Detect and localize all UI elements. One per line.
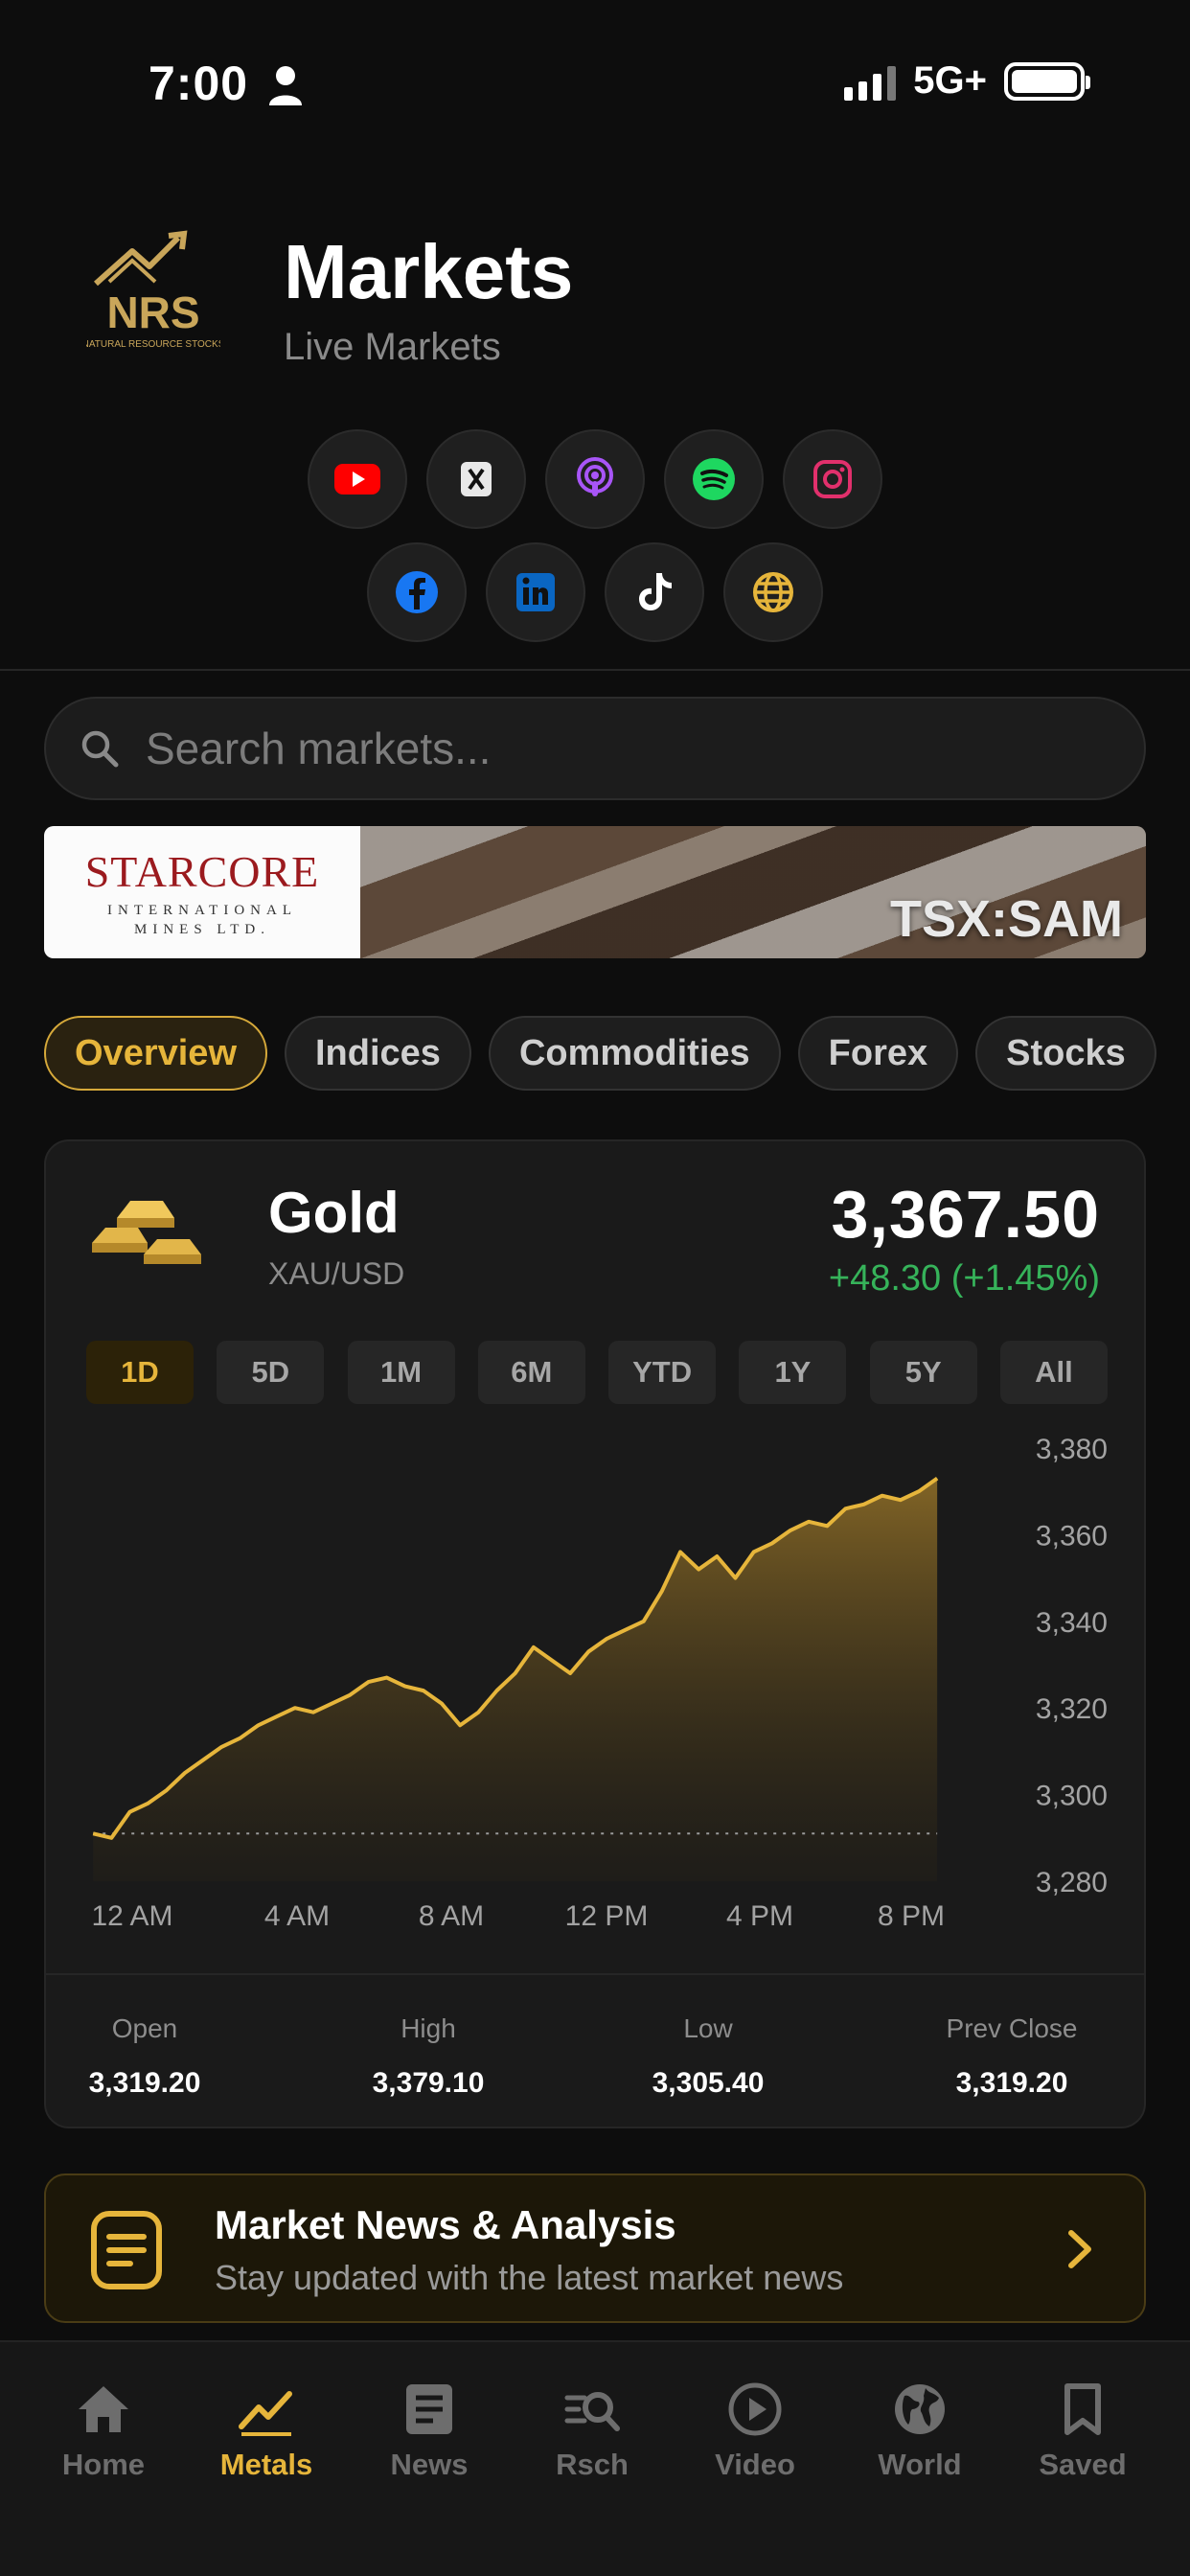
header-divider (0, 669, 1190, 671)
spotify-icon (693, 458, 735, 500)
market-tabs: Overview Indices Commodities Forex Stock… (44, 1016, 1156, 1091)
nrs-logo: NRS NATURAL RESOURCE STOCKS (86, 230, 220, 350)
stat-open: Open 3,319.20 (84, 2013, 205, 2100)
social-row (0, 429, 1190, 529)
stat-high-value: 3,379.10 (372, 2067, 485, 2099)
banner-brand: STARCORE (84, 846, 320, 896)
stat-low-value: 3,305.40 (652, 2067, 765, 2099)
page-subtitle: Live Markets (284, 326, 501, 368)
tab-forex[interactable]: Forex (797, 1016, 959, 1091)
globe-icon (895, 2384, 945, 2434)
nav-video[interactable]: Video (688, 2380, 822, 2482)
news-title: Market News & Analysis (215, 2202, 676, 2247)
news-card[interactable]: Market News & Analysis Stay updated with… (44, 2174, 1146, 2323)
facebook-icon (396, 571, 438, 613)
banner-logo: STARCORE INTERNATIONAL MINES LTD. (44, 826, 360, 958)
nav-research-label: Rsch (556, 2448, 629, 2481)
instagram-button[interactable] (783, 429, 882, 529)
nav-home-label: Home (61, 2448, 146, 2481)
nav-news-label: News (390, 2448, 469, 2481)
nav-news[interactable]: News (362, 2380, 496, 2482)
social-row (0, 542, 1190, 642)
status-bar: 7:00 5G+ (0, 0, 1190, 172)
spotify-button[interactable] (664, 429, 764, 529)
x-icon (461, 462, 492, 496)
stats-row: Open 3,319.20 High 3,379.10 Low 3,305.40… (46, 1141, 1144, 2127)
stat-open-value: 3,319.20 (88, 2067, 201, 2099)
document-icon (91, 2211, 162, 2289)
linkedin-button[interactable] (486, 542, 585, 642)
search-icon (81, 730, 119, 768)
search-bar[interactable] (44, 697, 1146, 800)
nav-video-label: Video (715, 2448, 795, 2481)
stat-open-label: Open (111, 2013, 178, 2043)
youtube-icon (334, 464, 380, 494)
globe-icon (753, 572, 793, 612)
banner-image: TSX:SAM (360, 826, 1146, 958)
search-input[interactable] (146, 723, 1008, 774)
logo-subtext: NATURAL RESOURCE STOCKS (86, 339, 220, 350)
tab-commodities[interactable]: Commodities (488, 1016, 781, 1091)
play-icon (728, 2382, 782, 2436)
stat-low-label: Low (683, 2013, 733, 2043)
page-title: Markets (284, 229, 574, 314)
status-indicators: 5G+ (844, 59, 1090, 103)
banner-ticker: TSX:SAM (890, 890, 1123, 948)
instagram-icon (813, 460, 852, 498)
status-time: 7:00 (149, 57, 249, 110)
newspaper-icon (406, 2384, 452, 2434)
stat-high-label: High (400, 2013, 456, 2043)
research-icon (564, 2392, 620, 2431)
stat-prev-value: 3,319.20 (955, 2067, 1068, 2099)
banner-brand-sub: INTERNATIONAL MINES LTD. (107, 902, 297, 937)
podcast-icon (577, 457, 613, 496)
news-subtitle: Stay updated with the latest market news (215, 2258, 844, 2297)
chevron-right-icon (1068, 2230, 1091, 2268)
tiktok-button[interactable] (605, 542, 704, 642)
podcast-button[interactable] (545, 429, 645, 529)
facebook-button[interactable] (367, 542, 467, 642)
battery-icon (1004, 61, 1090, 101)
stat-low: Low 3,305.40 (648, 2013, 768, 2100)
person-icon (269, 66, 302, 105)
nav-world[interactable]: World (853, 2380, 987, 2482)
nav-research[interactable]: Rsch (525, 2380, 659, 2482)
bookmark-icon (1064, 2383, 1101, 2435)
sponsor-banner[interactable]: STARCORE INTERNATIONAL MINES LTD. TSX:SA… (44, 826, 1146, 958)
network-type: 5G+ (913, 59, 987, 102)
bottom-nav: Home Metals News Rsch Video World Saved (0, 2340, 1190, 2576)
tab-stocks[interactable]: Stocks (975, 1016, 1156, 1091)
tab-overview[interactable]: Overview (44, 1016, 267, 1091)
asset-card[interactable]: Gold XAU/USD 3,367.50 +48.30 (+1.45%) 1D… (44, 1139, 1146, 2128)
x-button[interactable] (426, 429, 526, 529)
stat-high: High 3,379.10 (368, 2013, 489, 2100)
signal-icon (844, 62, 897, 101)
stat-prev-label: Prev Close (946, 2013, 1078, 2043)
website-button[interactable] (723, 542, 823, 642)
linkedin-icon (516, 573, 555, 611)
tiktok-icon (639, 573, 672, 610)
youtube-button[interactable] (308, 429, 407, 529)
home-icon (79, 2386, 128, 2432)
logo-text: NRS (106, 288, 199, 337)
tab-indices[interactable]: Indices (285, 1016, 471, 1091)
nav-metals-label: Metals (219, 2448, 313, 2481)
nav-home[interactable]: Home (36, 2380, 171, 2482)
nav-world-label: World (878, 2448, 962, 2481)
nav-saved[interactable]: Saved (1016, 2380, 1150, 2482)
trend-icon (239, 2391, 292, 2436)
stat-prev-close: Prev Close 3,319.20 (926, 2013, 1098, 2100)
nav-metals[interactable]: Metals (199, 2380, 333, 2482)
nav-saved-label: Saved (1039, 2448, 1127, 2481)
